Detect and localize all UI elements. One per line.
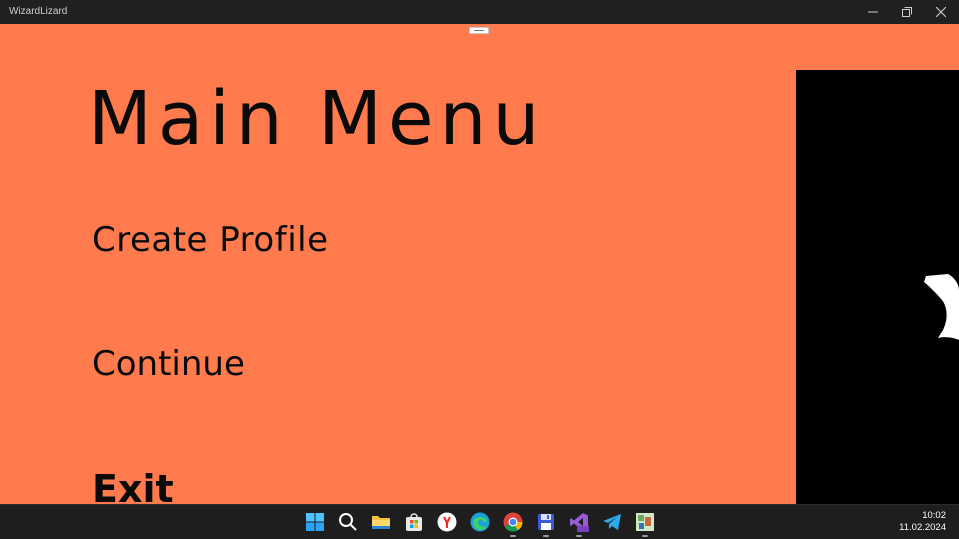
window-title-bar[interactable]: WizardLizard — [0, 0, 959, 24]
close-button[interactable] — [924, 0, 958, 24]
character-silhouette — [924, 274, 959, 340]
file-explorer-icon[interactable] — [370, 511, 392, 533]
exit-button[interactable]: Exit — [92, 467, 174, 504]
save-disk-app-icon[interactable] — [535, 511, 557, 537]
telegram-icon[interactable] — [601, 511, 623, 533]
microsoft-store-icon[interactable] — [403, 511, 425, 533]
taskbar: 10:02 11.02.2024 — [0, 504, 959, 539]
close-icon — [936, 7, 946, 17]
app-canvas: Main Menu Create Profile Continue Exit — [0, 24, 959, 504]
edge-icon[interactable] — [469, 511, 491, 533]
windows-start-icon[interactable] — [304, 511, 326, 533]
drag-handle[interactable] — [469, 27, 489, 34]
main-menu-title: Main Menu — [88, 76, 546, 162]
minimize-button[interactable] — [856, 0, 890, 24]
system-clock[interactable]: 10:02 11.02.2024 — [899, 510, 946, 534]
minimize-icon — [868, 11, 878, 13]
game-app-icon[interactable] — [634, 511, 656, 537]
create-profile-button[interactable]: Create Profile — [92, 220, 329, 260]
window-title: WizardLizard — [9, 6, 68, 17]
visual-studio-icon[interactable] — [568, 511, 590, 537]
clock-date: 11.02.2024 — [899, 522, 946, 533]
clock-time: 10:02 — [922, 510, 946, 521]
yandex-browser-icon[interactable] — [436, 511, 458, 533]
restore-button[interactable] — [890, 0, 924, 24]
continue-button[interactable]: Continue — [92, 344, 245, 384]
restore-icon — [902, 7, 912, 17]
character-preview-panel — [796, 70, 959, 504]
search-icon[interactable] — [337, 511, 359, 533]
chrome-icon[interactable] — [502, 511, 524, 537]
